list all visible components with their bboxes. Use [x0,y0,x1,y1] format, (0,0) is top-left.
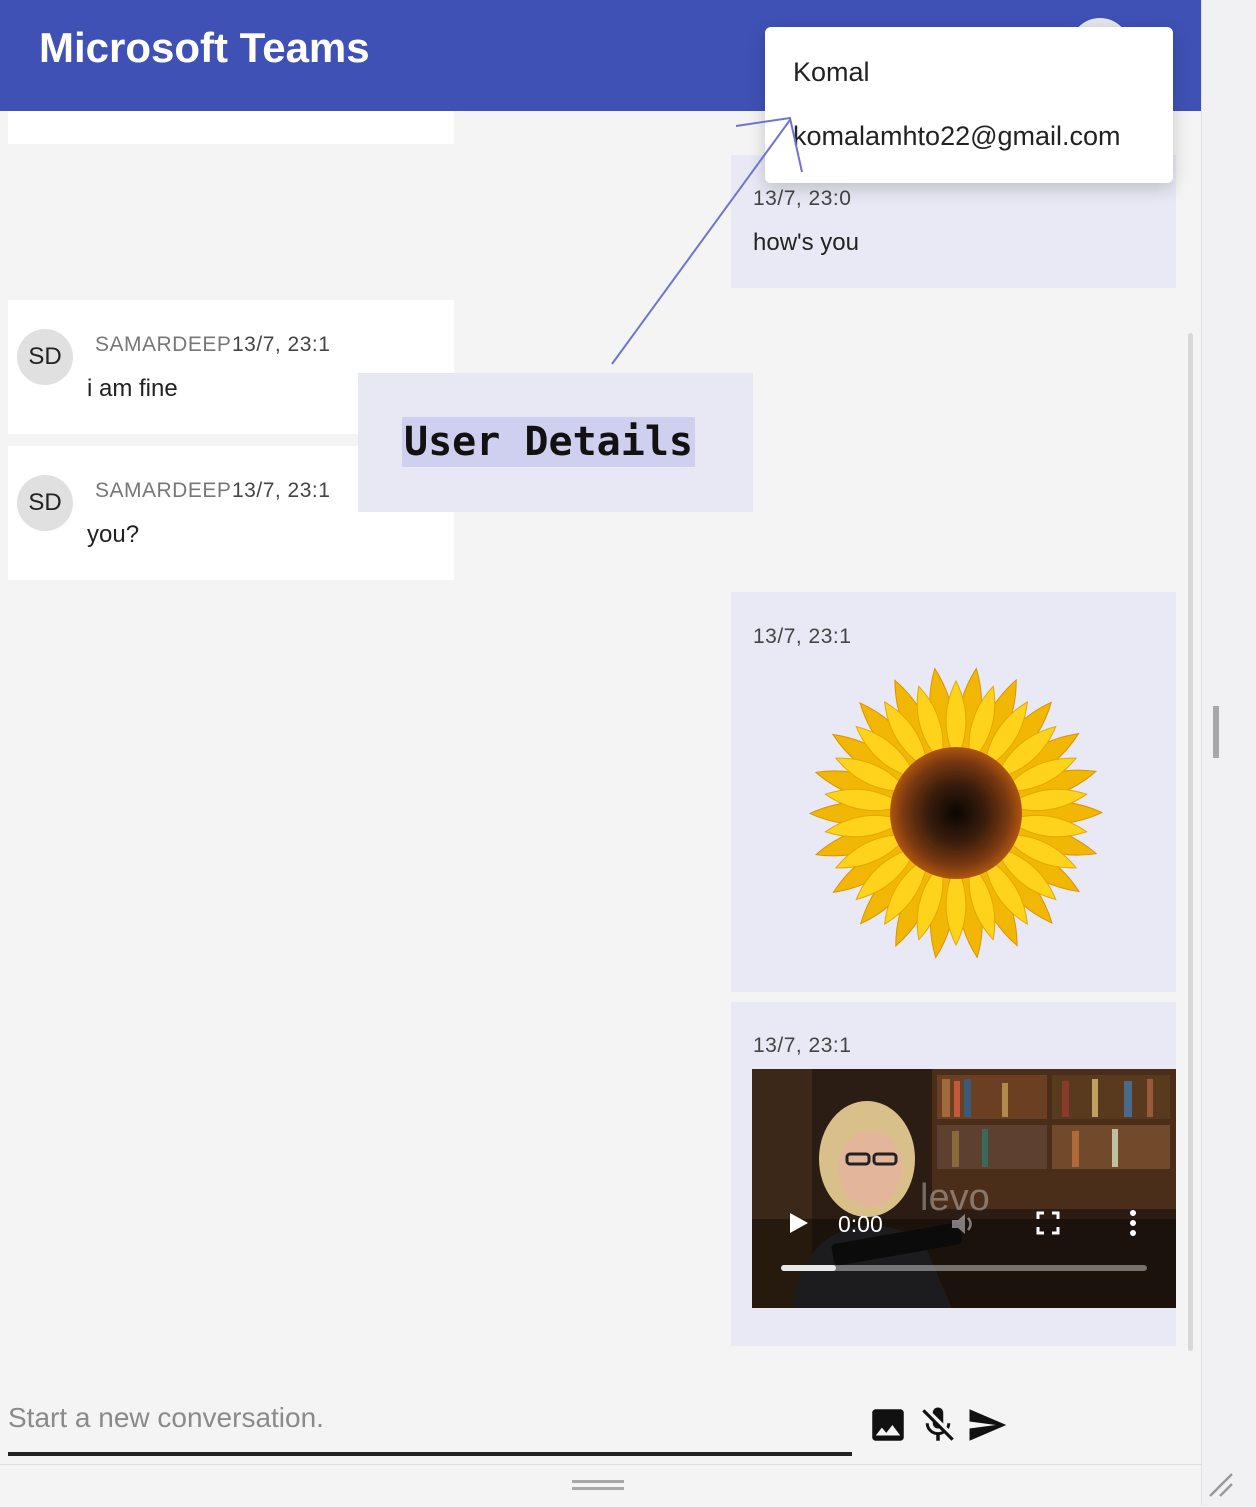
send-icon[interactable] [966,1404,1008,1446]
sunflower-image[interactable] [801,658,1111,968]
side-panel [1201,0,1256,1506]
drag-handle[interactable] [572,1480,624,1490]
more-options-icon[interactable] [1128,1209,1138,1237]
message-outgoing-image: 13/7, 23:1 [731,592,1176,992]
avatar[interactable]: SD [17,475,73,531]
message-sender: SAMARDEEP [95,479,232,502]
avatar[interactable]: SD [17,329,73,385]
video-progress-track[interactable] [781,1265,1147,1271]
annotation-box: User Details [358,373,753,512]
user-name[interactable]: Komal [793,57,870,88]
message-text: i am fine [87,375,178,402]
message-time: 13/7, 23:1 [232,479,331,502]
message-sender: SAMARDEEP [95,333,232,356]
message-input[interactable] [8,1398,852,1438]
user-details-popup: Komal komalamhto22@gmail.com [765,27,1173,183]
video-current-time: 0:00 [838,1211,883,1237]
app-title: Microsoft Teams [39,24,370,71]
panel-resize-grip[interactable] [1213,706,1219,758]
message-time: 13/7, 23:1 [753,1034,852,1057]
composer [0,1380,1201,1466]
message-text: you? [87,521,140,548]
resize-corner-icon[interactable] [1206,1470,1236,1500]
resize-footer [0,1464,1201,1507]
volume-icon[interactable] [948,1209,978,1239]
message-input-underline [8,1452,852,1456]
message-text: how's you [753,229,859,256]
fullscreen-icon[interactable] [1036,1211,1060,1235]
video-player[interactable]: levo 0:00 [752,1069,1176,1308]
message-time: 13/7, 23:1 [232,333,331,356]
annotation-label: User Details [402,417,695,467]
image-icon[interactable] [867,1404,909,1446]
mic-off-icon[interactable] [917,1404,959,1446]
chat-scrollbar[interactable] [1188,333,1193,1351]
app-window: 13/7, 23:0 how's you SD SAMARDEEP 13/7, … [0,0,1201,1507]
video-progress-fill [781,1265,836,1271]
play-icon[interactable] [788,1211,810,1235]
user-email[interactable]: komalamhto22@gmail.com [793,121,1121,152]
message-time: 13/7, 23:0 [753,187,852,210]
message-time: 13/7, 23:1 [753,625,852,648]
